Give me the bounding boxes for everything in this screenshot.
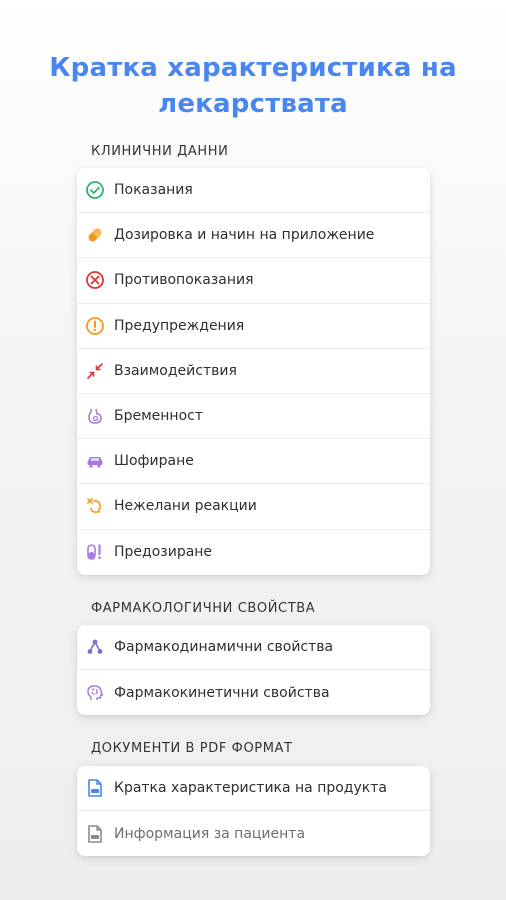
pharmacological-card: Фармакодинамични свойства Фармакокинетич… (77, 625, 430, 716)
list-item-driving[interactable]: Шофиране (77, 439, 430, 485)
list-item-dosage[interactable]: Дозировка и начин на приложение (77, 213, 430, 259)
overdose-icon (85, 542, 105, 562)
list-item-label: Информация за пациента (114, 825, 306, 842)
section-header-pharmacological-properties: ФАРМАКОЛОГИЧНИ СВОЙСТВА (91, 601, 316, 616)
list-item-label: Фармакодинамични свойства (114, 639, 334, 656)
list-item-product-summary-pdf[interactable]: Кратка характеристика на продукта (77, 766, 430, 812)
pdf-document-icon (85, 824, 105, 844)
list-item-label: Предупреждения (114, 317, 245, 334)
head-cycle-icon (85, 683, 105, 703)
list-item-label: Бременност (114, 408, 204, 425)
clinical-data-card: Показания Дозировка и начин на приложени… (77, 168, 430, 575)
list-item-label: Предозиране (114, 544, 213, 561)
list-item-patient-info-pdf[interactable]: Информация за пациента (77, 811, 430, 856)
list-item-pharmacodynamics[interactable]: Фармакодинамични свойства (77, 625, 430, 671)
list-item-label: Кратка характеристика на продукта (114, 780, 387, 797)
list-item-label: Нежелани реакции (114, 498, 257, 515)
list-item-pregnancy[interactable]: Бременност (77, 394, 430, 440)
list-item-interactions[interactable]: Взаимодействия (77, 349, 430, 394)
list-item-pharmacokinetics[interactable]: Фармакокинетични свойства (77, 670, 430, 715)
adverse-reaction-icon (85, 496, 105, 516)
forbidden-circle-icon (85, 270, 105, 290)
list-item-label: Взаимодействия (114, 362, 237, 379)
list-item-label: Шофиране (114, 453, 194, 470)
car-icon (85, 451, 105, 471)
list-item-warnings[interactable]: Предупреждения (77, 304, 430, 349)
pill-icon (85, 225, 105, 245)
list-item-overdose[interactable]: Предозиране (77, 530, 430, 575)
pdf-documents-card: Кратка характеристика на продукта Информ… (77, 766, 430, 857)
list-item-label: Показания (114, 182, 193, 199)
page-title: Кратка характеристика на лекарствата (49, 53, 457, 119)
list-item-label: Противопоказания (114, 272, 254, 289)
section-header-pdf-documents: ДОКУМЕНТИ В PDF ФОРМАТ (91, 741, 293, 756)
warning-circle-icon (85, 316, 105, 336)
list-item-label: Дозировка и начин на приложение (114, 227, 375, 244)
check-circle-icon (85, 180, 105, 200)
interaction-arrows-icon (85, 361, 105, 381)
section-header-clinical-data: КЛИНИЧНИ ДАННИ (91, 144, 229, 159)
list-item-indications[interactable]: Показания (77, 168, 430, 214)
pdf-document-icon (85, 778, 105, 798)
list-item-contraindications[interactable]: Противопоказания (77, 258, 430, 304)
list-item-adverse-reactions[interactable]: Нежелани реакции (77, 484, 430, 530)
pregnancy-icon (85, 406, 105, 426)
list-item-label: Фармакокинетични свойства (114, 684, 330, 701)
molecule-icon (85, 637, 105, 657)
